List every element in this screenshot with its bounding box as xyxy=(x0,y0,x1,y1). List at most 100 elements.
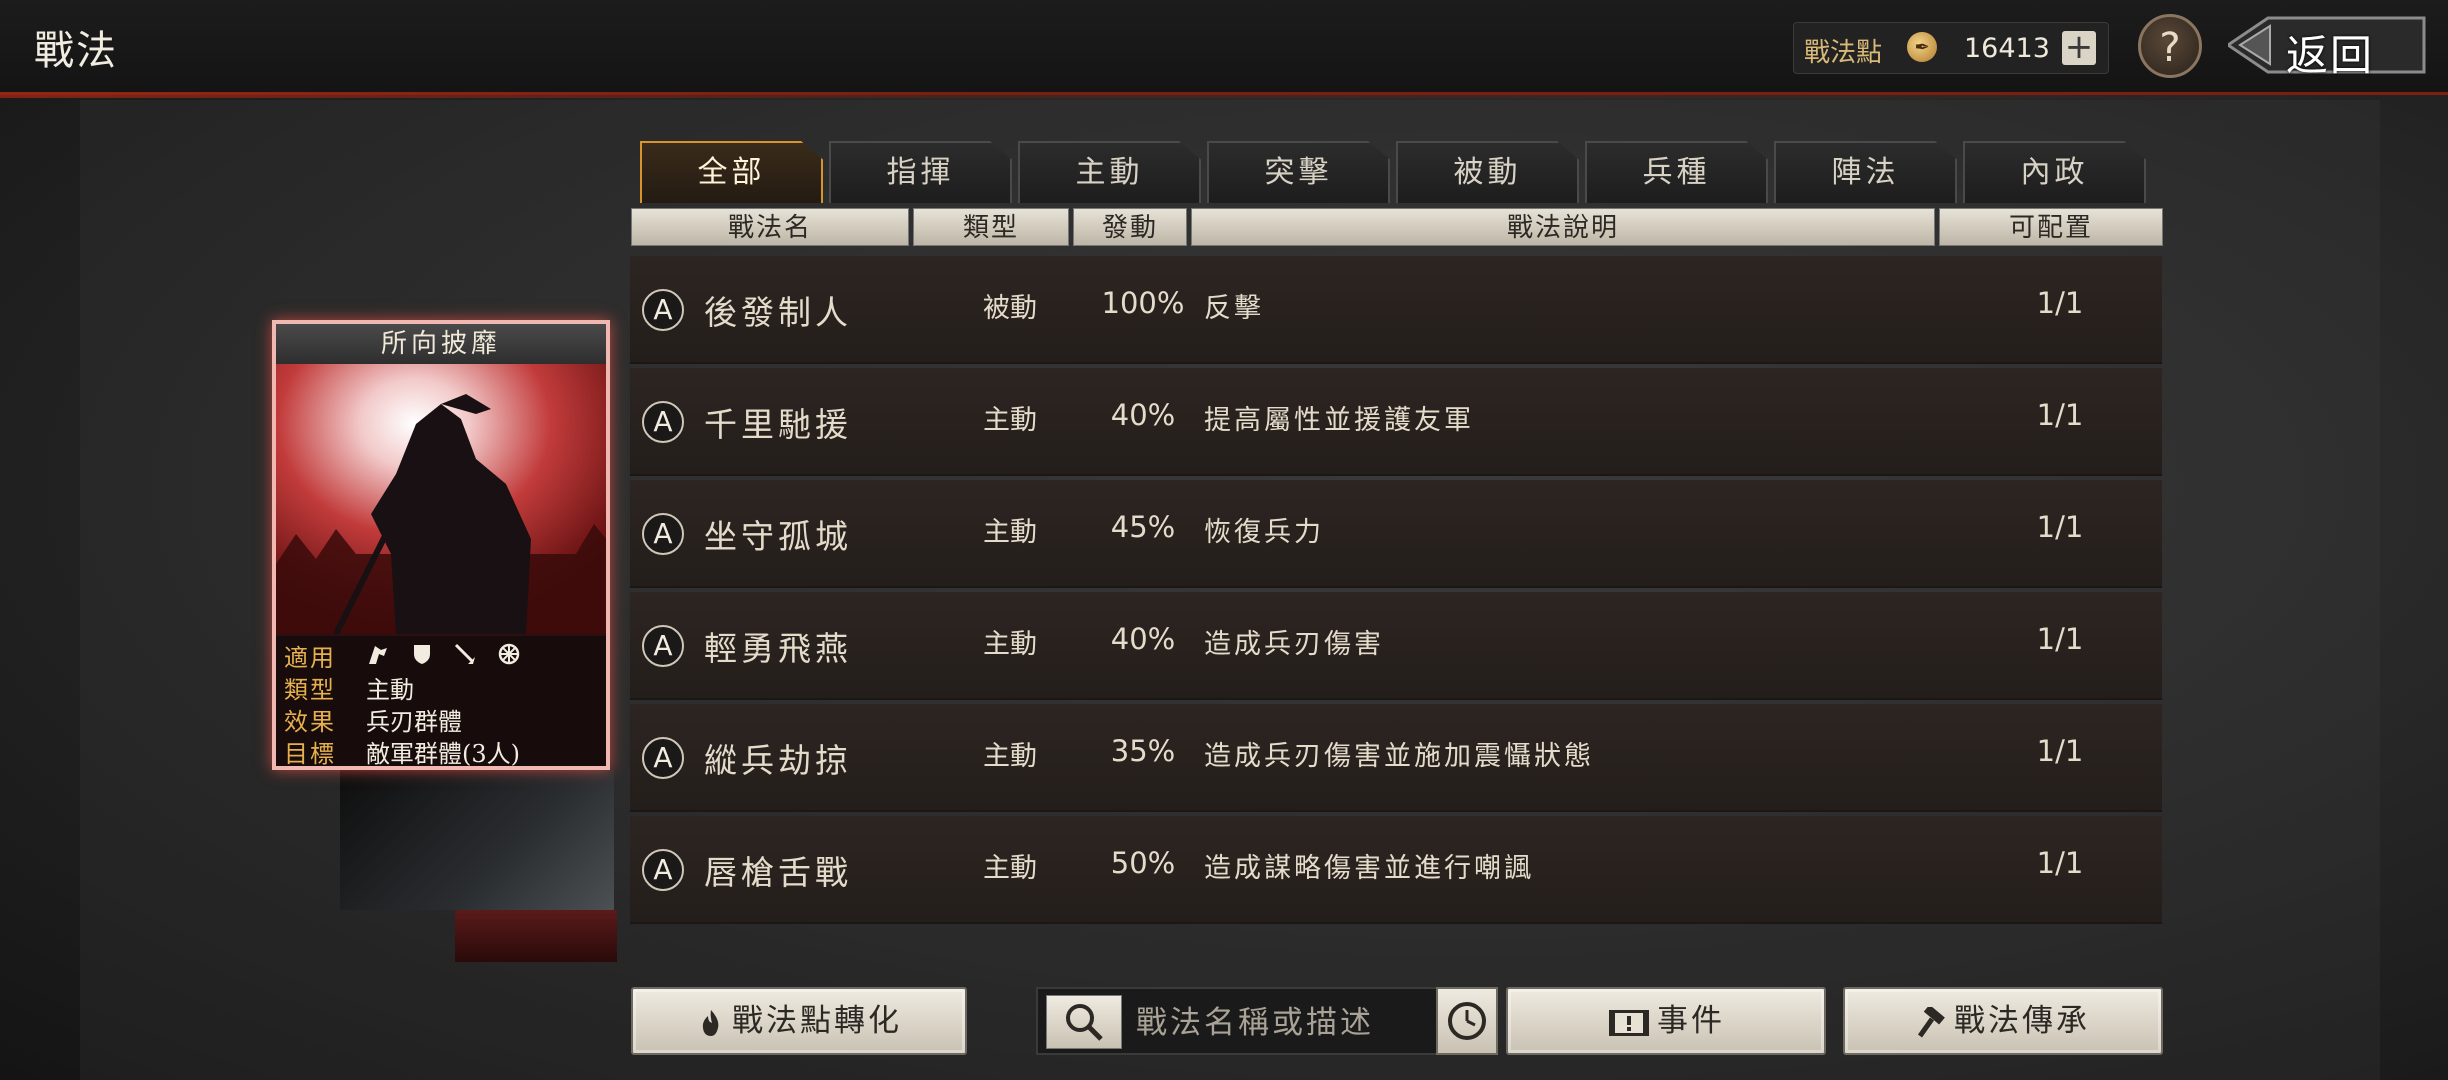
tactic-rate: 35% xyxy=(1110,734,1176,768)
events-button[interactable]: 事件 xyxy=(1506,987,1826,1055)
tactic-row[interactable]: A 千里馳援 主動 40% 提高屬性並援護友軍 1/1 xyxy=(630,368,2162,476)
tab-active[interactable]: 主動 xyxy=(1018,141,1201,203)
search-button[interactable] xyxy=(1046,995,1122,1049)
card-effect-value: 兵刃群體 xyxy=(366,708,462,736)
back-label: 返回 xyxy=(2286,31,2375,80)
tactic-rate: 40% xyxy=(1110,622,1176,656)
tactic-type: 主動 xyxy=(983,405,1037,436)
tab-command[interactable]: 指揮 xyxy=(829,141,1012,203)
column-header-description: 戰法說明 xyxy=(1191,208,1935,246)
grade-badge: A xyxy=(642,401,684,443)
grade-badge: A xyxy=(642,625,684,667)
column-header-type[interactable]: 類型 xyxy=(913,208,1069,246)
tab-troop[interactable]: 兵種 xyxy=(1585,141,1768,203)
tactic-config: 1/1 xyxy=(2036,846,2084,880)
tab-formation[interactable]: 陣法 xyxy=(1774,141,1957,203)
convert-points-label: 戰法點轉化 xyxy=(732,1003,902,1039)
shield-icon xyxy=(413,644,430,664)
tactic-name: 坐守孤城 xyxy=(704,517,852,556)
tab-assault[interactable]: 突擊 xyxy=(1207,141,1390,203)
book-alert-icon xyxy=(1609,1009,1649,1036)
tab-passive[interactable]: 被動 xyxy=(1396,141,1579,203)
tactic-rate: 50% xyxy=(1110,846,1176,880)
clock-icon xyxy=(1448,1002,1486,1040)
tactic-points-label: 戰法點 xyxy=(1804,38,1883,68)
tactic-description: 恢復兵力 xyxy=(1204,517,1324,548)
hammer-icon xyxy=(1917,1006,1945,1037)
flame-icon xyxy=(702,1009,719,1036)
tactic-config: 1/1 xyxy=(2036,622,2084,656)
tactic-rate: 100% xyxy=(1101,286,1185,320)
tactic-name: 千里馳援 xyxy=(704,405,852,444)
grade-badge: A xyxy=(642,289,684,331)
card-info-panel: 適用 類型 主動 效果 兵刃群體 目標 敵軍群體(3人) xyxy=(276,636,606,768)
tactic-type: 主動 xyxy=(983,741,1037,772)
column-header-name[interactable]: 戰法名 xyxy=(631,208,909,246)
grade-badge: A xyxy=(642,513,684,555)
page-title: 戰法 xyxy=(34,28,118,74)
column-header-rate[interactable]: 發動 xyxy=(1073,208,1187,246)
tactic-type: 主動 xyxy=(983,853,1037,884)
tactic-config: 1/1 xyxy=(2036,398,2084,432)
selected-tactic-card[interactable]: 所向披靡 適用 類型 主動 效果 兵刃群體 目標 敵軍群體(3人) xyxy=(272,320,610,770)
card-target-value: 敵軍群體(3人) xyxy=(366,740,520,768)
siege-wheel-icon xyxy=(498,643,520,664)
top-bar: 戰法 戰法點 ✒ 16413 + ? 返回 xyxy=(0,0,2448,98)
tactic-type: 主動 xyxy=(983,629,1037,660)
inherit-button[interactable]: 戰法傳承 xyxy=(1843,987,2163,1055)
tactic-row[interactable]: A 坐守孤城 主動 45% 恢復兵力 1/1 xyxy=(630,480,2162,588)
spear-icon xyxy=(455,643,476,664)
card-target-key: 目標 xyxy=(284,740,336,768)
tactic-description: 造成謀略傷害並進行嘲諷 xyxy=(1204,853,1534,884)
card-title: 所向披靡 xyxy=(276,324,606,364)
back-button[interactable]: 返回 xyxy=(2228,12,2428,80)
tactic-points-value: 16413 xyxy=(1964,33,2050,64)
stacked-card-art xyxy=(455,910,617,962)
card-apply-key: 適用 xyxy=(284,644,336,672)
tactic-row[interactable]: A 唇槍舌戰 主動 50% 造成謀略傷害並進行嘲諷 1/1 xyxy=(630,816,2162,924)
search-box xyxy=(1036,987,1438,1055)
inherit-label: 戰法傳承 xyxy=(1954,1003,2090,1039)
column-header-config[interactable]: 可配置 xyxy=(1939,208,2163,246)
tactic-name: 輕勇飛燕 xyxy=(704,629,852,668)
tactic-type: 被動 xyxy=(983,293,1037,324)
tactic-description: 造成兵刃傷害並施加震懾狀態 xyxy=(1204,741,1594,772)
convert-points-button[interactable]: 戰法點轉化 xyxy=(631,987,967,1055)
tactic-name: 唇槍舌戰 xyxy=(704,853,852,892)
card-type-value: 主動 xyxy=(366,676,414,704)
add-points-button[interactable]: + xyxy=(2062,30,2096,65)
tab-all[interactable]: 全部 xyxy=(640,141,823,203)
grade-badge: A xyxy=(642,737,684,779)
card-effect-row: 效果 兵刃群體 xyxy=(284,702,462,736)
card-type-key: 類型 xyxy=(284,676,336,704)
tab-domestic[interactable]: 內政 xyxy=(1963,141,2146,203)
tactic-rate: 40% xyxy=(1110,398,1176,432)
tactic-config: 1/1 xyxy=(2036,734,2084,768)
card-effect-key: 效果 xyxy=(284,708,336,736)
tactic-row[interactable]: A 縱兵劫掠 主動 35% 造成兵刃傷害並施加震懾狀態 1/1 xyxy=(630,704,2162,812)
help-button[interactable]: ? xyxy=(2138,14,2202,78)
history-button[interactable] xyxy=(1436,987,1498,1055)
tactic-list[interactable]: A 後發制人 被動 100% 反擊 1/1 A 千里馳援 主動 40% 提高屬性… xyxy=(630,256,2162,936)
card-apply-row: 適用 xyxy=(284,638,520,672)
card-apply-icons xyxy=(366,638,533,666)
tactic-points-icon: ✒ xyxy=(1907,32,1937,62)
tactic-points-display: 戰法點 ✒ 16413 + xyxy=(1793,22,2109,74)
tactic-type: 主動 xyxy=(983,517,1037,548)
tactic-rate: 45% xyxy=(1110,510,1176,544)
grade-badge: A xyxy=(642,849,684,891)
events-label: 事件 xyxy=(1657,1003,1725,1039)
card-artwork xyxy=(276,364,606,634)
search-icon xyxy=(1066,1004,1103,1041)
tactic-name: 後發制人 xyxy=(704,293,852,332)
tactic-description: 反擊 xyxy=(1204,293,1264,324)
tactic-description: 提高屬性並援護友軍 xyxy=(1204,405,1474,436)
tactic-row[interactable]: A 後發制人 被動 100% 反擊 1/1 xyxy=(630,256,2162,364)
stacked-card-art xyxy=(340,770,614,910)
search-input[interactable] xyxy=(1134,997,1434,1049)
tactic-row[interactable]: A 輕勇飛燕 主動 40% 造成兵刃傷害 1/1 xyxy=(630,592,2162,700)
tactic-config: 1/1 xyxy=(2036,286,2084,320)
cavalry-icon xyxy=(369,645,387,664)
card-target-row: 目標 敵軍群體(3人) xyxy=(284,734,520,768)
tactic-config: 1/1 xyxy=(2036,510,2084,544)
